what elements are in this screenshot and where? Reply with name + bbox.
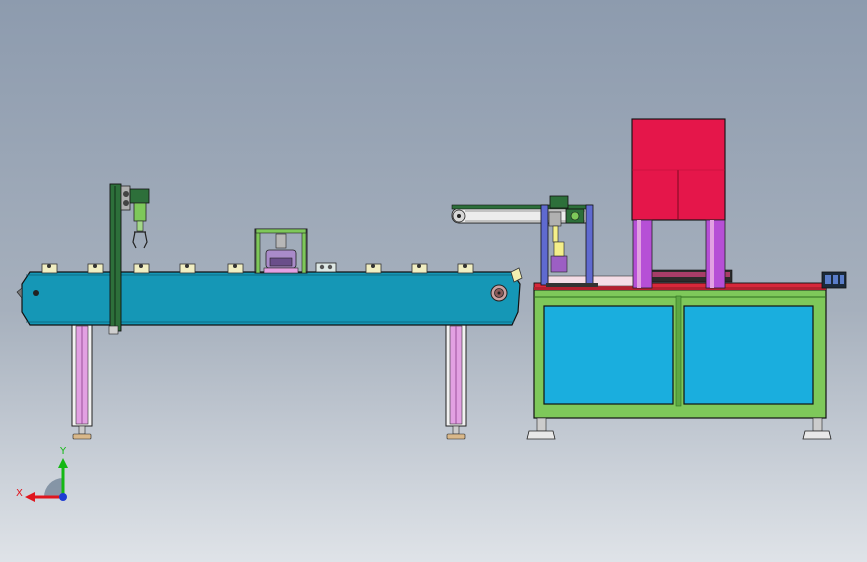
drive-roller-left bbox=[33, 290, 39, 296]
belt-conveyor bbox=[16, 183, 523, 440]
gripper-claw bbox=[132, 231, 148, 249]
x-axis-label: X bbox=[16, 488, 23, 499]
door-panel-left bbox=[543, 305, 674, 405]
cad-viewport[interactable]: Y X bbox=[0, 0, 867, 562]
drive-roller-right bbox=[490, 284, 508, 302]
z-axis-marker bbox=[59, 493, 67, 501]
y-axis-label: Y bbox=[59, 446, 67, 457]
safety-hood bbox=[631, 118, 726, 221]
sensor-block bbox=[315, 262, 337, 273]
conveyor-belt-body bbox=[21, 271, 521, 326]
door-panel-right bbox=[683, 305, 814, 405]
conveyor-leg-right bbox=[445, 323, 467, 440]
press-station bbox=[254, 228, 308, 274]
assembly-drawing: Y X bbox=[16, 118, 847, 502]
machine-foot-right bbox=[802, 417, 832, 440]
coordinate-triad: Y X bbox=[16, 446, 68, 502]
conveyor-leg-left bbox=[71, 323, 93, 440]
control-box bbox=[821, 271, 847, 289]
machine-foot-left bbox=[526, 417, 556, 440]
